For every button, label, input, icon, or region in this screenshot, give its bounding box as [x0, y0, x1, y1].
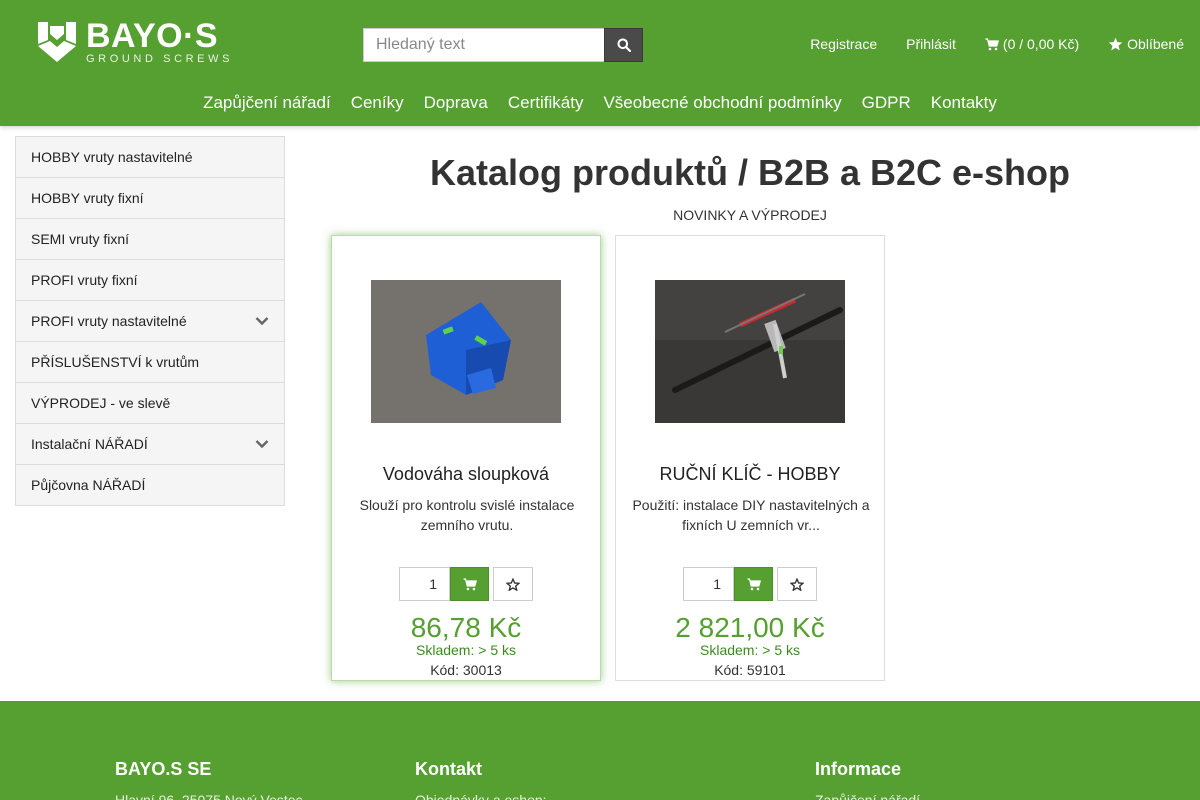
- chevron-down-icon[interactable]: [255, 439, 269, 449]
- nav-certificates[interactable]: Certifikáty: [498, 93, 594, 113]
- footer-title: Kontakt: [415, 759, 482, 779]
- product-actions: [399, 567, 533, 601]
- sidebar-item-profi-adjustable[interactable]: PROFI vruty nastavitelné: [16, 301, 284, 342]
- product-image[interactable]: [371, 280, 561, 423]
- add-to-favorites-button[interactable]: [777, 567, 817, 601]
- product-card[interactable]: RUČNÍ KLÍČ - HOBBY Použití: instalace DI…: [615, 235, 885, 681]
- nav-gdpr[interactable]: GDPR: [852, 93, 921, 113]
- logo-name: BAYO·S: [86, 16, 219, 55]
- product-description: Použití: instalace DIY nastavitelných a …: [632, 497, 870, 533]
- add-to-favorites-button[interactable]: [493, 567, 533, 601]
- nav-contacts[interactable]: Kontakty: [921, 93, 1007, 113]
- star-outline-icon: [506, 577, 520, 591]
- favorites-label: Oblíbené: [1127, 36, 1184, 52]
- product-price: 86,78 Kč: [410, 612, 522, 643]
- product-name[interactable]: RUČNÍ KLÍČ - HOBBY: [616, 464, 884, 485]
- product-price: 2 821,00 Kč: [675, 612, 825, 643]
- footer-title: BAYO.S SE: [115, 759, 212, 779]
- sidebar-item-hobby-adjustable[interactable]: HOBBY vruty nastavitelné: [16, 137, 284, 178]
- footer-contact-line: Objednávky a eshop:: [415, 792, 547, 800]
- product-card[interactable]: Vodováha sloupková Slouží pro kontrolu s…: [331, 235, 601, 681]
- cart-summary: (0 / 0,00 Kč): [1002, 36, 1080, 52]
- sidebar-item-hobby-fixed[interactable]: HOBBY vruty fixní: [16, 178, 284, 219]
- quantity-input[interactable]: [399, 567, 450, 601]
- product-stock: Skladem: > 5 ks: [416, 642, 516, 658]
- section-heading: NOVINKY A VÝPRODEJ: [673, 207, 827, 223]
- search-bar: [363, 28, 643, 62]
- star-outline-icon: [790, 577, 804, 591]
- sidebar-item-tool-rental[interactable]: Půjčovna NÁŘADÍ: [16, 465, 284, 505]
- sidebar-item-label: HOBBY vruty fixní: [31, 190, 144, 206]
- footer-link-tool-rental[interactable]: Zapůjčení nářadí: [815, 792, 920, 800]
- star-icon: [1108, 37, 1123, 51]
- sidebar-item-label: PROFI vruty nastavitelné: [31, 313, 187, 329]
- nav-tool-rental[interactable]: Zapůjčení nářadí: [193, 93, 341, 113]
- search-input[interactable]: [363, 28, 604, 62]
- logo-icon: [38, 22, 76, 62]
- nav-shipping[interactable]: Doprava: [414, 93, 498, 113]
- site-footer: BAYO.S SE Hlavní 96, 25075 Nový Vestec K…: [0, 701, 1200, 800]
- product-description: Slouží pro kontrolu svislé instalace zem…: [359, 497, 575, 533]
- quantity-input[interactable]: [683, 567, 734, 601]
- nav-price-lists[interactable]: Ceníky: [341, 93, 414, 113]
- footer-title: Informace: [815, 759, 902, 779]
- product-code: Kód: 30013: [430, 662, 502, 678]
- favorites-link[interactable]: Oblíbené: [1108, 36, 1184, 52]
- sidebar-item-label: Půjčovna NÁŘADÍ: [31, 477, 146, 493]
- site-header: BAYO·S GROUND SCREWS Registrace Přihlási…: [0, 0, 1200, 126]
- page-title: Katalog produktů / B2B a B2C e-shop: [429, 152, 1071, 193]
- sidebar-item-label: HOBBY vruty nastavitelné: [31, 149, 193, 165]
- logo[interactable]: BAYO·S GROUND SCREWS: [36, 16, 234, 65]
- sidebar-item-label: PŘÍSLUŠENSTVÍ k vrutům: [31, 354, 200, 370]
- product-image[interactable]: [655, 280, 845, 423]
- product-stock: Skladem: > 5 ks: [700, 642, 800, 658]
- chevron-down-icon[interactable]: [255, 316, 269, 326]
- sidebar-item-semi-fixed[interactable]: SEMI vruty fixní: [16, 219, 284, 260]
- add-to-cart-button[interactable]: [450, 567, 489, 601]
- cart-icon: [747, 577, 761, 590]
- sidebar-item-label: SEMI vruty fixní: [31, 231, 130, 247]
- product-actions: [683, 567, 817, 601]
- footer-contact: Kontakt Objednávky a eshop:: [415, 759, 547, 800]
- sidebar-item-profi-fixed[interactable]: PROFI vruty fixní: [16, 260, 284, 301]
- product-code: Kód: 59101: [714, 662, 786, 678]
- footer-company: BAYO.S SE Hlavní 96, 25075 Nový Vestec: [115, 759, 303, 800]
- logo-tagline: GROUND SCREWS: [86, 52, 234, 65]
- cart-link[interactable]: (0 / 0,00 Kč): [985, 36, 1079, 52]
- register-label: Registrace: [810, 36, 878, 52]
- sidebar-item-install-tools[interactable]: Instalační NÁŘADÍ: [16, 424, 284, 465]
- footer-info: Informace Zapůjčení nářadí: [815, 759, 920, 800]
- sidebar-item-sale[interactable]: VÝPRODEJ - ve slevě: [16, 383, 284, 424]
- search-button[interactable]: [604, 28, 643, 62]
- sidebar-item-label: Instalační NÁŘADÍ: [31, 436, 148, 452]
- nav-terms[interactable]: Všeobecné obchodní podmínky: [593, 93, 851, 113]
- main-navigation: Zapůjčení nářadí Ceníky Doprava Certifik…: [0, 93, 1200, 113]
- category-sidebar: HOBBY vruty nastavitelné HOBBY vruty fix…: [15, 136, 285, 506]
- cart-icon: [985, 37, 999, 50]
- footer-address: Hlavní 96, 25075 Nový Vestec: [115, 792, 303, 800]
- sidebar-item-accessories[interactable]: PŘÍSLUŠENSTVÍ k vrutům: [16, 342, 284, 383]
- top-links: Registrace Přihlásit (0 / 0,00 Kč) Oblíb…: [781, 36, 1184, 52]
- sidebar-item-label: PROFI vruty fixní: [31, 272, 138, 288]
- login-link[interactable]: Přihlásit: [906, 36, 956, 52]
- add-to-cart-button[interactable]: [734, 567, 773, 601]
- sidebar-item-label: VÝPRODEJ - ve slevě: [31, 395, 171, 411]
- search-icon: [617, 38, 631, 52]
- register-link[interactable]: Registrace: [810, 36, 877, 52]
- product-name[interactable]: Vodováha sloupková: [332, 464, 600, 485]
- login-label: Přihlásit: [906, 36, 956, 52]
- cart-icon: [463, 577, 477, 590]
